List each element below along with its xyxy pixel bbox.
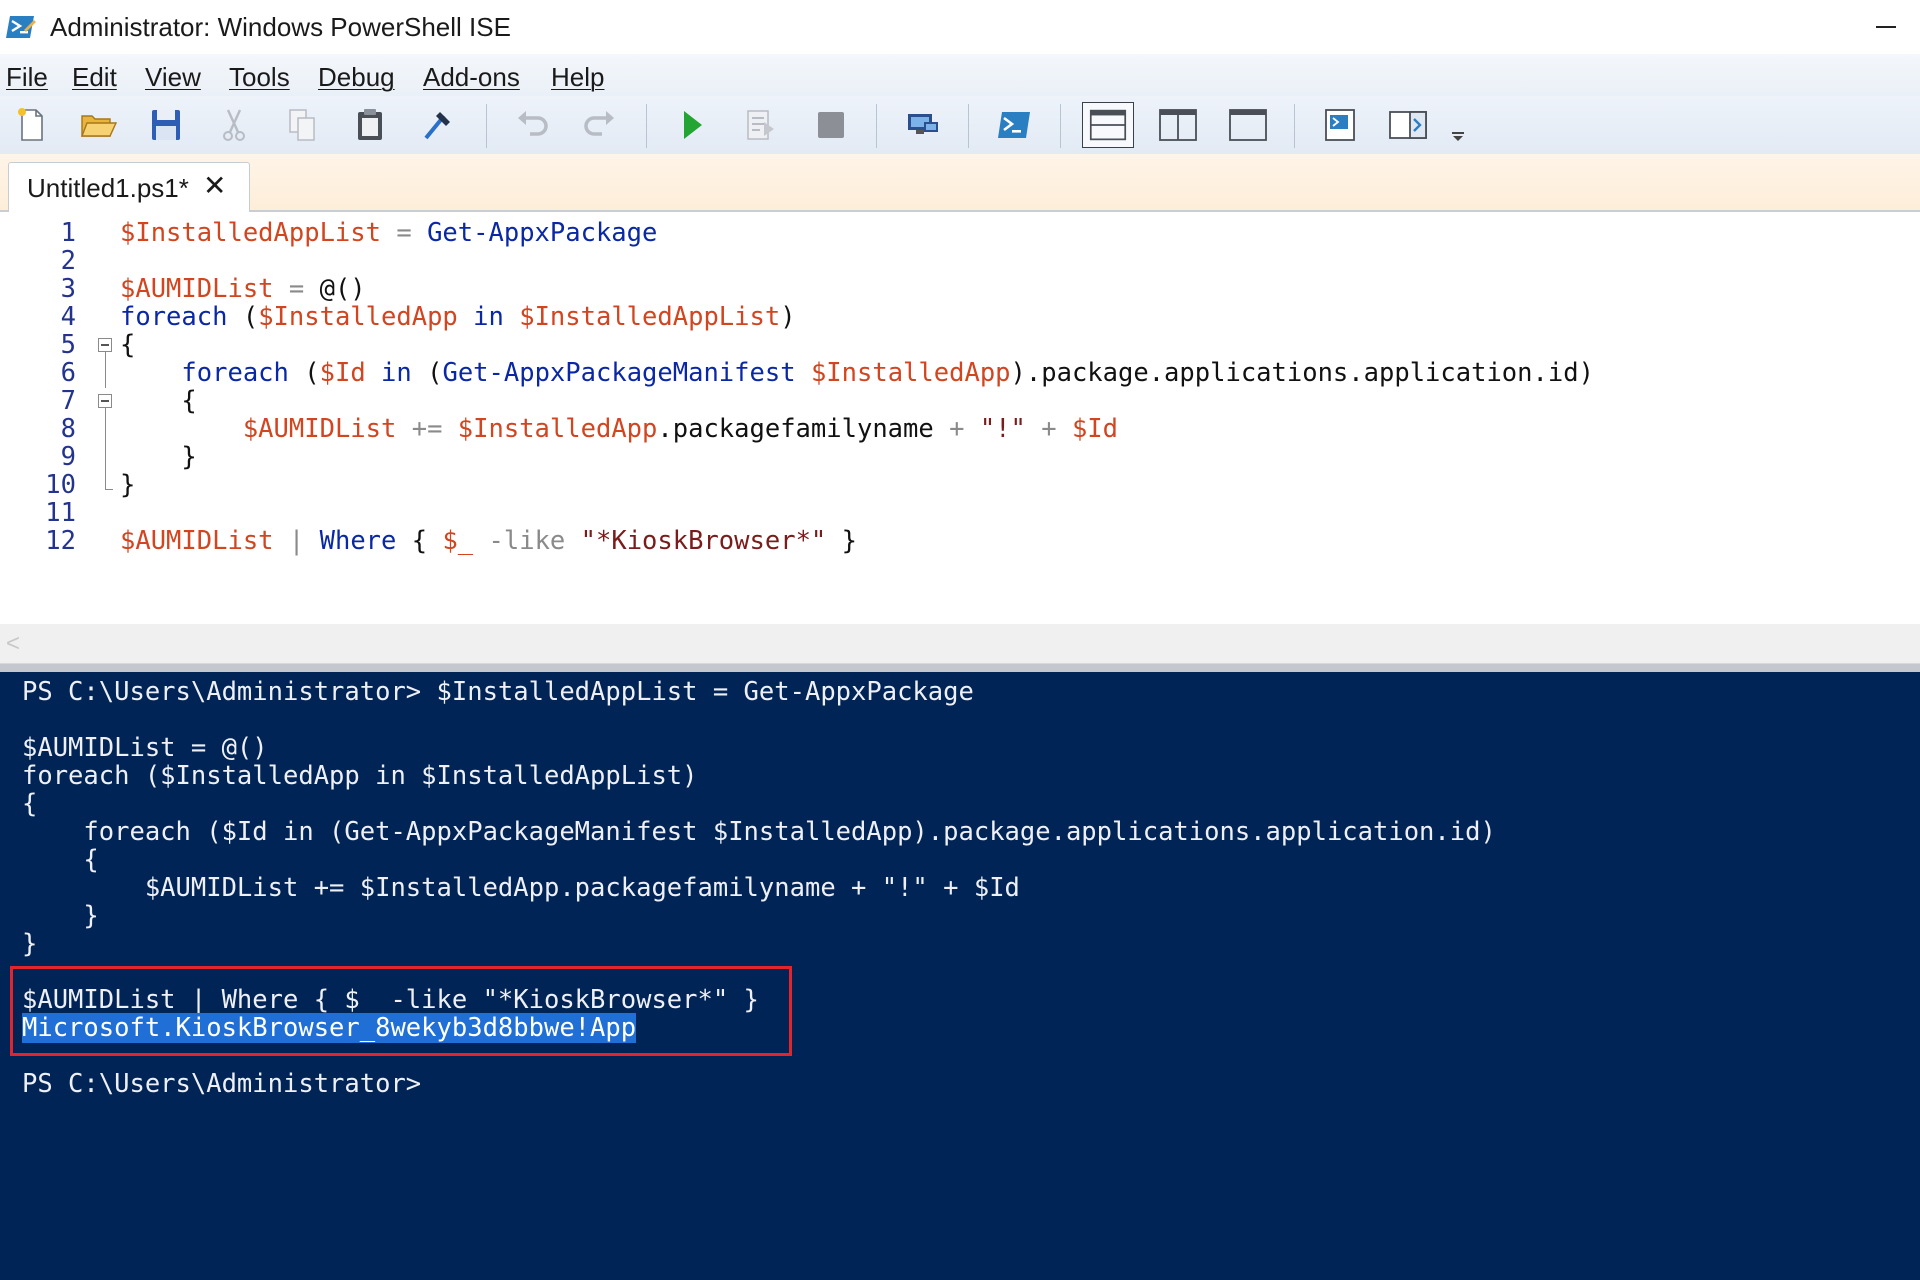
- show-command-window-icon[interactable]: [1316, 102, 1364, 148]
- script-tab-strip: Untitled1.ps1* ✕: [0, 154, 1920, 212]
- code-line: {: [120, 330, 136, 360]
- menu-view[interactable]: View: [145, 62, 201, 92]
- code-line: $AUMIDList += $InstalledApp.packagefamil…: [242, 414, 1119, 444]
- console-line: $AUMIDList += $InstalledApp.packagefamil…: [22, 873, 1020, 903]
- cut-icon[interactable]: [210, 102, 258, 148]
- line-number: 12: [45, 526, 76, 556]
- line-number: 10: [45, 470, 76, 500]
- menu-help[interactable]: Help: [551, 62, 604, 92]
- console-line: $AUMIDList = @(): [22, 733, 268, 763]
- run-script-icon[interactable]: [668, 102, 716, 148]
- redo-icon[interactable]: [576, 102, 624, 148]
- console-pane[interactable]: PS C:\Users\Administrator> $InstalledApp…: [0, 672, 1920, 1280]
- tab-label: Untitled1.ps1*: [27, 173, 189, 203]
- toolbar-separator: [486, 104, 487, 148]
- title-bar: Administrator: Windows PowerShell ISE: [0, 0, 1920, 54]
- stop-icon[interactable]: [806, 102, 854, 148]
- code-line: foreach ($Id in (Get-AppxPackageManifest…: [181, 358, 1594, 388]
- toolbar-separator: [968, 104, 969, 148]
- toolbar: [0, 96, 1920, 154]
- line-number: 6: [60, 358, 76, 388]
- console-line: foreach ($InstalledApp in $InstalledAppL…: [22, 761, 698, 791]
- show-command-addon-icon[interactable]: [1384, 102, 1432, 148]
- window-title: Administrator: Windows PowerShell ISE: [50, 12, 511, 42]
- toolbar-separator: [646, 104, 647, 148]
- code-line: $InstalledAppList = Get-AppxPackage: [120, 218, 658, 248]
- line-number: 1: [60, 218, 76, 248]
- code-line: }: [120, 470, 136, 500]
- toolbar-separator: [1060, 104, 1061, 148]
- customize-toolbar-icon[interactable]: [1446, 102, 1470, 148]
- clear-console-icon[interactable]: [414, 102, 462, 148]
- tab-untitled1[interactable]: Untitled1.ps1* ✕: [8, 162, 250, 212]
- line-number: 9: [60, 442, 76, 472]
- run-selection-icon[interactable]: [736, 102, 784, 148]
- show-script-pane-right-icon[interactable]: [1154, 102, 1202, 148]
- fold-guide-end: [105, 489, 113, 490]
- show-script-pane-maximized-icon[interactable]: [1224, 102, 1272, 148]
- line-number: 3: [60, 274, 76, 304]
- save-icon[interactable]: [142, 102, 190, 148]
- start-powershell-icon[interactable]: [990, 102, 1038, 148]
- new-remote-tab-icon[interactable]: [898, 102, 946, 148]
- menu-bar: File Edit View Tools Debug Add-ons Help: [0, 54, 1920, 96]
- fold-guide: [105, 352, 106, 388]
- code-line: }: [120, 442, 197, 472]
- console-line: foreach ($Id in (Get-AppxPackageManifest…: [22, 817, 1496, 847]
- menu-file[interactable]: File: [6, 62, 48, 92]
- script-editor[interactable]: 1 2 3 4 5 6 7 8 9 10 11 12 $InstalledApp…: [0, 212, 1920, 624]
- copy-icon[interactable]: [278, 102, 326, 148]
- open-folder-icon[interactable]: [74, 102, 122, 148]
- menu-debug[interactable]: Debug: [318, 62, 395, 92]
- line-number: 11: [45, 498, 76, 528]
- console-line: }: [22, 901, 99, 931]
- menu-add-ons[interactable]: Add-ons: [423, 62, 520, 92]
- line-number: 8: [60, 414, 76, 444]
- pane-splitter[interactable]: [0, 664, 1920, 672]
- fold-guide: [105, 408, 106, 490]
- line-number: 7: [60, 386, 76, 416]
- highlight-annotation-box: [10, 966, 792, 1056]
- scroll-left-icon[interactable]: <: [6, 630, 20, 658]
- new-file-icon[interactable]: [8, 102, 56, 148]
- line-number: 2: [60, 246, 76, 276]
- console-line: }: [22, 929, 38, 959]
- line-number: 5: [60, 330, 76, 360]
- menu-tools[interactable]: Tools: [229, 62, 290, 92]
- console-prompt[interactable]: PS C:\Users\Administrator>: [22, 1070, 421, 1098]
- console-line: PS C:\Users\Administrator> $InstalledApp…: [22, 677, 974, 707]
- menu-edit[interactable]: Edit: [72, 62, 117, 92]
- powershell-ise-icon: [6, 12, 36, 42]
- code-line: $AUMIDList = @(): [120, 274, 366, 304]
- console-line: {: [22, 789, 38, 819]
- collapse-region-icon[interactable]: [98, 394, 112, 408]
- editor-horizontal-scrollbar[interactable]: <: [0, 624, 1920, 664]
- collapse-region-icon[interactable]: [98, 338, 112, 352]
- line-number: 4: [60, 302, 76, 332]
- minimize-button[interactable]: [1850, 0, 1920, 54]
- console-line: {: [22, 845, 99, 875]
- toolbar-separator: [1294, 104, 1295, 148]
- code-line: foreach ($InstalledApp in $InstalledAppL…: [120, 302, 796, 332]
- undo-icon[interactable]: [508, 102, 556, 148]
- code-line: {: [120, 386, 197, 416]
- close-icon[interactable]: ✕: [203, 171, 226, 201]
- code-line: $AUMIDList | Where { $_ -like "*KioskBro…: [120, 526, 857, 556]
- show-script-pane-top-icon[interactable]: [1082, 102, 1134, 148]
- paste-icon[interactable]: [346, 102, 394, 148]
- toolbar-separator: [876, 104, 877, 148]
